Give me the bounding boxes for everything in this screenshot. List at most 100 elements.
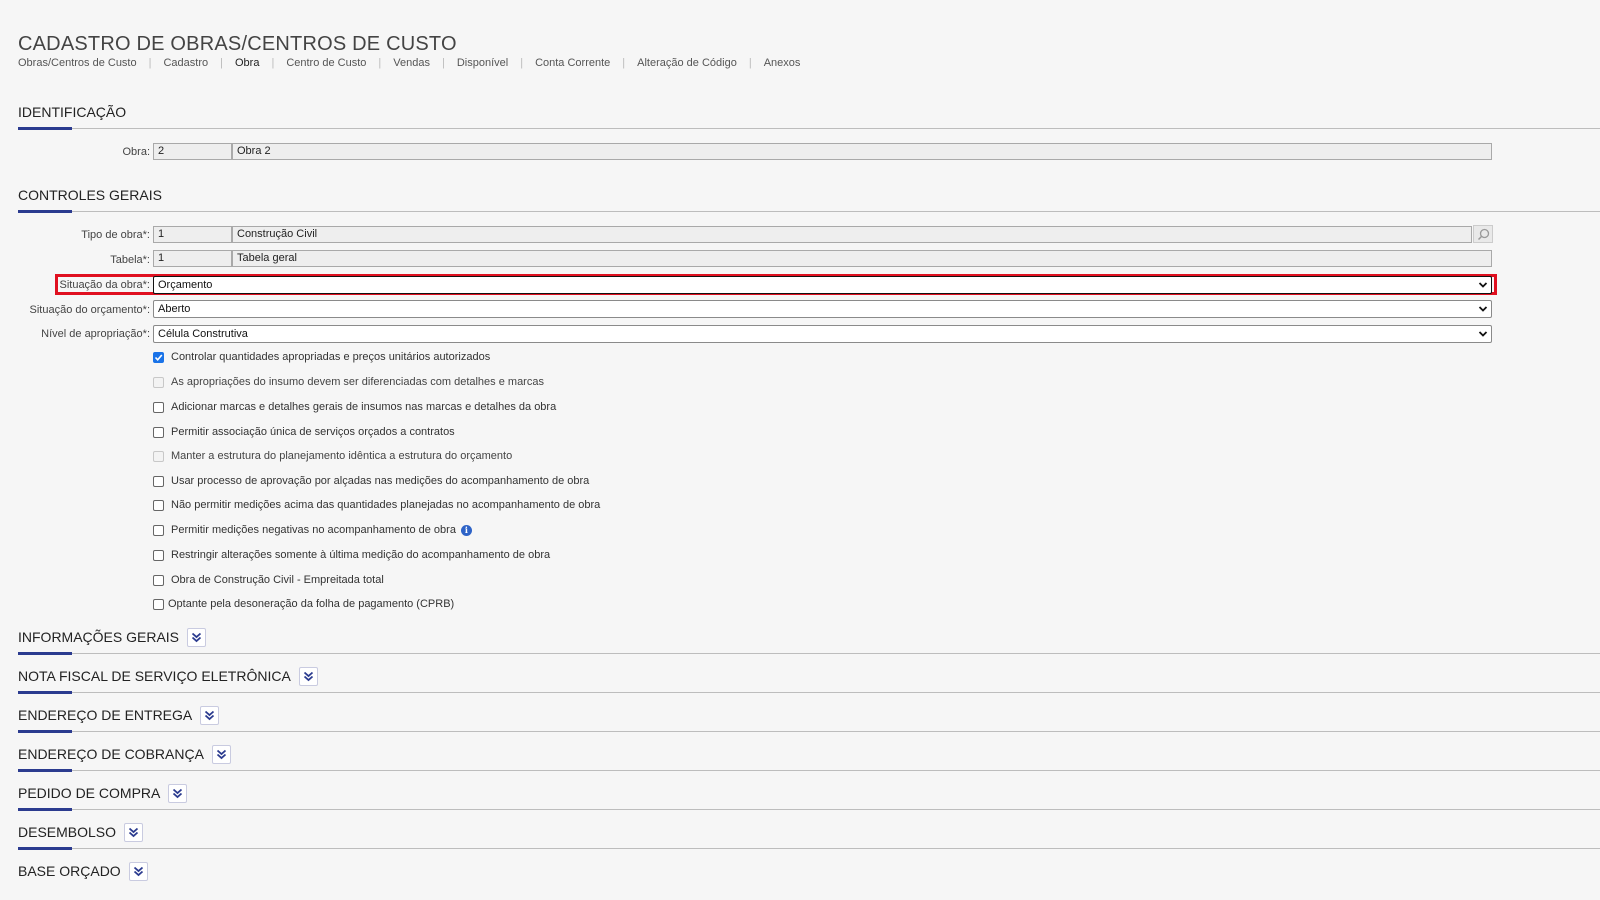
double-chevron-down-icon [133,866,143,876]
checkbox-label: Permitir medições negativas no acompanha… [171,524,456,536]
checkbox[interactable] [153,475,164,487]
checkbox-row[interactable]: Permitir associação única de serviços or… [153,426,455,438]
tab-conta-corrente[interactable]: Conta Corrente [535,57,610,69]
double-chevron-down-icon [128,827,139,837]
tipo-obra-search-button[interactable] [1473,225,1493,243]
section-base-orcado: BASE ORÇADO [18,858,1600,884]
tab-centro-de-custo[interactable]: Centro de Custo [286,57,366,69]
tabela-label: Tabela*: [110,254,150,266]
chevron-down-icon [1478,282,1488,288]
checkbox-row[interactable]: Usar processo de aprovação por alçadas n… [153,475,589,487]
checkbox-row[interactable]: Permitir medições negativas no acompanha… [153,524,472,536]
double-chevron-down-icon [173,788,183,798]
section-desembolso: DESEMBOLSO [18,819,1600,850]
checkbox-label: Obra de Construção Civil - Empreitada to… [171,574,384,586]
situacao-orcamento-value: Aberto [158,303,191,315]
checkbox[interactable] [153,499,164,511]
expand-button[interactable] [298,666,318,686]
checkbox-label: Permitir associação única de serviços or… [171,426,455,438]
checkbox[interactable] [153,426,164,438]
checkbox-row[interactable]: Restringir alterações somente à última m… [153,549,550,561]
tipo-obra-code-field[interactable]: 1 [153,226,232,243]
obra-name-field: Obra 2 [232,143,1492,160]
section-informacoes-gerais: INFORMAÇÕES GERAIS [18,624,1600,655]
section-pedido-compra: PEDIDO DE COMPRA [18,780,1600,811]
section-title-identificacao: IDENTIFICAÇÃO [18,104,127,120]
expand-button[interactable] [124,822,144,842]
double-chevron-down-icon [216,749,227,759]
section-title: BASE ORÇADO [18,863,121,879]
checkbox[interactable] [153,401,164,413]
checkbox-row: Manter a estrutura do planejamento idênt… [153,450,512,462]
checkbox-disabled [153,450,164,462]
section-title: DESEMBOLSO [18,824,117,840]
situacao-orcamento-select[interactable]: Aberto [153,300,1492,318]
expand-button[interactable] [168,783,188,803]
checkbox-label: Não permitir medições acima das quantida… [171,499,601,511]
tab-vendas[interactable]: Vendas [393,57,430,69]
section-title: NOTA FISCAL DE SERVIÇO ELETRÔNICA [18,668,291,684]
double-chevron-down-icon [191,632,202,642]
checkbox-row[interactable]: Controlar quantidades apropriadas e preç… [153,351,490,363]
checkbox-label: Adicionar marcas e detalhes gerais de in… [171,401,557,413]
section-endereco-cobranca: ENDEREÇO DE COBRANÇA [18,741,1600,772]
chevron-down-icon [1478,306,1488,312]
section-identificacao: IDENTIFICAÇÃO [18,99,1600,130]
tabela-name-field: Tabela geral [232,250,1492,267]
checkbox-label: Manter a estrutura do planejamento idênt… [171,450,513,462]
checkbox-label: Controlar quantidades apropriadas e preç… [171,351,491,363]
checkbox[interactable] [153,598,164,610]
checkbox-disabled [153,376,164,388]
section-title-controles: CONTROLES GERAIS [18,187,162,203]
nivel-apropriacao-label: Nível de apropriação*: [41,328,150,340]
checkbox[interactable] [153,524,164,536]
double-chevron-down-icon [205,710,215,720]
search-icon [1477,228,1489,240]
section-controles-gerais: CONTROLES GERAIS [18,182,1600,213]
tipo-obra-name-field: Construção Civil [232,226,1472,243]
tab-obras-centros[interactable]: Obras/Centros de Custo [18,57,137,69]
obra-code-field: 2 [153,143,232,160]
checkbox-row[interactable]: Obra de Construção Civil - Empreitada to… [153,574,384,586]
tab-disponivel[interactable]: Disponível [457,57,508,69]
checkbox-row[interactable]: Adicionar marcas e detalhes gerais de in… [153,401,556,413]
section-title: INFORMAÇÕES GERAIS [18,629,180,645]
nivel-apropriacao-value: Célula Construtiva [158,328,248,340]
info-icon[interactable]: i [460,524,472,536]
breadcrumb: Obras/Centros de Custo | Cadastro | Obra | … [18,57,801,69]
tab-cadastro[interactable]: Cadastro [163,57,208,69]
checkbox[interactable] [153,549,164,561]
situacao-obra-select[interactable]: Orçamento [153,276,1492,294]
nivel-apropriacao-select[interactable]: Célula Construtiva [153,325,1492,343]
check-icon [154,353,163,361]
obra-label: Obra: [122,146,150,158]
section-title: ENDEREÇO DE ENTREGA [18,707,193,723]
tab-anexos[interactable]: Anexos [764,57,801,69]
checkbox-row[interactable]: Optante pela desoneração da folha de pag… [153,598,454,610]
expand-button[interactable] [211,744,231,764]
checkbox-checked[interactable] [153,351,164,363]
checkbox-row[interactable]: Não permitir medições acima das quantida… [153,499,600,511]
checkbox[interactable] [153,574,164,586]
tabela-code-field[interactable]: 1 [153,250,232,267]
expand-button[interactable] [128,861,148,881]
expand-button[interactable] [187,627,207,647]
section-endereco-entrega: ENDEREÇO DE ENTREGA [18,702,1600,733]
checkbox-label: Restringir alterações somente à última m… [171,549,551,561]
checkbox-label: As apropriações do insumo devem ser dife… [171,376,544,388]
expand-button[interactable] [200,705,220,725]
chevron-down-icon [1478,331,1488,337]
checkbox-label: Optante pela desoneração da folha de pag… [168,598,455,610]
section-nfse: NOTA FISCAL DE SERVIÇO ELETRÔNICA [18,663,1600,694]
situacao-obra-label: Situação da obra*: [59,279,150,291]
tab-obra[interactable]: Obra [235,57,259,69]
double-chevron-down-icon [303,671,313,681]
situacao-orcamento-label: Situação do orçamento*: [29,304,150,316]
tipo-obra-label: Tipo de obra*: [81,229,150,241]
section-title: ENDEREÇO DE COBRANÇA [18,746,204,762]
tab-alteracao-codigo[interactable]: Alteração de Código [637,57,737,69]
checkbox-row: As apropriações do insumo devem ser dife… [153,376,544,388]
section-title: PEDIDO DE COMPRA [18,785,161,801]
checkbox-label: Usar processo de aprovação por alçadas n… [171,475,590,487]
page-title: CADASTRO DE OBRAS/CENTROS DE CUSTO [18,33,457,56]
